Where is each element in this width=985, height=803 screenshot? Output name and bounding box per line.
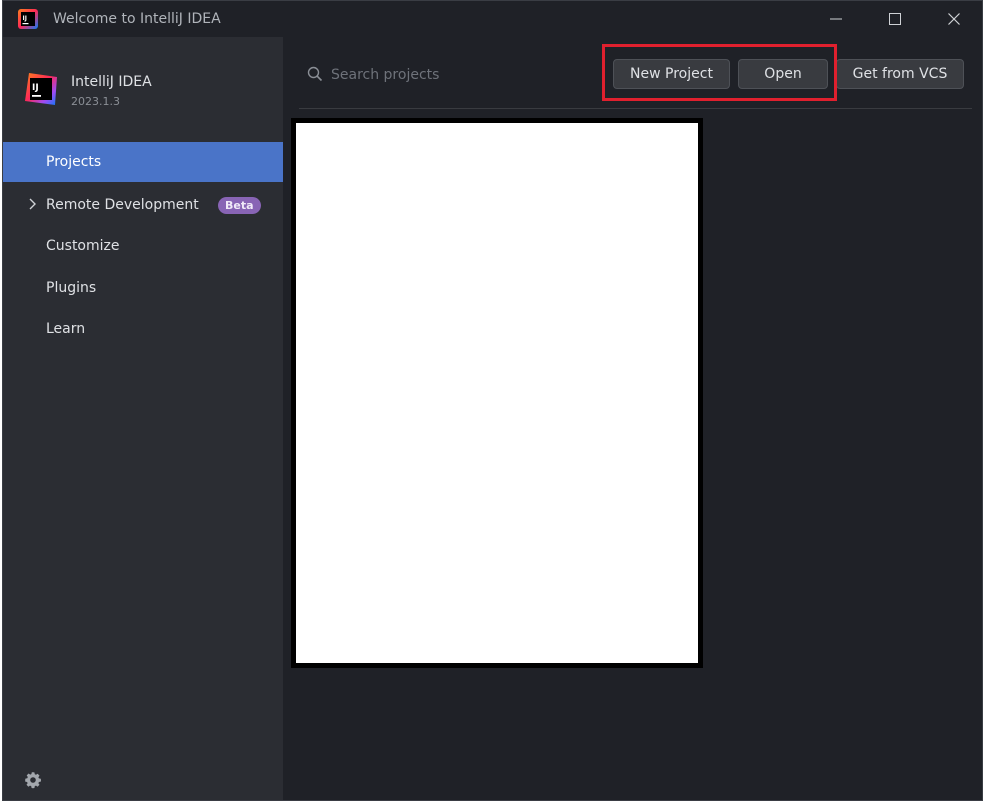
maximize-button[interactable] [872, 5, 918, 33]
minimize-button[interactable] [813, 5, 859, 33]
minimize-icon [830, 18, 842, 20]
product-name: IntelliJ IDEA [71, 74, 152, 90]
sidebar-item-label: Customize [46, 238, 120, 254]
close-icon [948, 13, 960, 25]
product-version: 2023.1.3 [71, 95, 120, 108]
redacted-content-panel [291, 118, 703, 668]
close-button[interactable] [931, 5, 977, 33]
welcome-window: IJ Welcome to IntelliJ IDEA IJ IntelliJ … [2, 0, 983, 801]
sidebar: IJ IntelliJ IDEA 2023.1.3 Projects Remot… [3, 37, 283, 800]
svg-text:IJ: IJ [32, 83, 39, 93]
intellij-logo-icon: IJ [25, 73, 57, 105]
window-title: Welcome to IntelliJ IDEA [53, 11, 221, 27]
maximize-icon [889, 13, 901, 25]
title-bar: IJ Welcome to IntelliJ IDEA [3, 1, 982, 37]
sidebar-item-label: Projects [46, 154, 102, 170]
sidebar-item-learn[interactable]: Learn [3, 309, 283, 349]
chevron-right-icon[interactable] [25, 197, 39, 211]
search-projects-input[interactable] [329, 61, 583, 89]
search-icon [307, 66, 323, 82]
sidebar-item-plugins[interactable]: Plugins [3, 268, 283, 308]
get-from-vcs-button[interactable]: Get from VCS [836, 59, 964, 89]
gear-icon[interactable] [24, 771, 42, 789]
sidebar-item-label: Plugins [46, 280, 97, 296]
open-button[interactable]: Open [738, 59, 828, 89]
new-project-button[interactable]: New Project [613, 59, 730, 89]
sidebar-item-label: Remote Development [46, 197, 199, 213]
sidebar-item-customize[interactable]: Customize [3, 226, 283, 266]
header-divider [299, 108, 972, 109]
svg-text:IJ: IJ [23, 15, 27, 22]
sidebar-item-remote-development[interactable]: Remote Development Beta [3, 185, 283, 225]
sidebar-item-projects[interactable]: Projects [3, 142, 283, 182]
beta-badge: Beta [218, 197, 261, 214]
main-panel: New Project Open Get from VCS [283, 37, 982, 800]
intellij-app-icon: IJ [18, 9, 38, 29]
sidebar-item-label: Learn [46, 321, 86, 337]
